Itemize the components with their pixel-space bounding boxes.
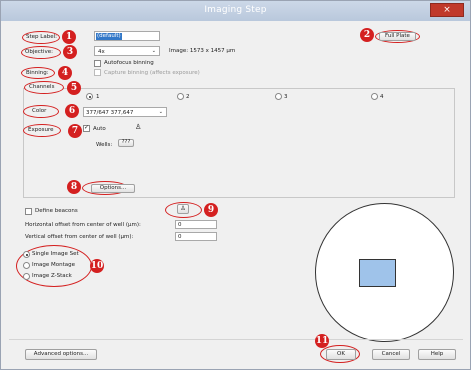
image-montage-radio[interactable] [23, 262, 30, 269]
annotation-badge-9: 9 [204, 203, 218, 217]
autofocus-binning-label: Autofocus binning [104, 60, 154, 66]
chevron-down-icon: ⌄ [151, 48, 156, 54]
objective-label: Objective: [25, 49, 53, 55]
capture-binning-checkbox[interactable] [94, 69, 101, 76]
exposure-auto-label: Auto [93, 126, 106, 132]
step-label-value: (default) [96, 33, 122, 40]
horizontal-offset-value: 0 [178, 222, 182, 228]
help-button[interactable]: Help [418, 349, 456, 360]
channel-2-label: 2 [186, 94, 190, 100]
chevron-down-icon: ⌄ [158, 109, 163, 115]
ok-button[interactable]: OK [326, 349, 356, 360]
color-label: Color [32, 108, 47, 114]
wells-button[interactable]: ??? [118, 139, 134, 147]
vertical-offset-input[interactable]: 0 [175, 232, 217, 241]
full-plate-button[interactable]: Full Plate [379, 32, 416, 41]
vertical-offset-label: Vertical offset from center of well (µm)… [25, 234, 134, 240]
color-value: 377/647 377,647 [86, 110, 134, 116]
channel-2-radio[interactable] [177, 93, 184, 100]
exposure-tool-icon[interactable]: ♙ [135, 123, 141, 131]
define-beacons-checkbox[interactable] [25, 208, 32, 215]
color-select[interactable]: 377/647 377,647 ⌄ [83, 107, 167, 117]
cancel-button[interactable]: Cancel [372, 349, 410, 360]
footer-separator [9, 339, 463, 340]
annotation-badge-3: 3 [63, 45, 77, 59]
channel-1-label: 1 [96, 94, 100, 100]
objective-value: 4x [98, 49, 105, 55]
annotation-badge-8: 8 [67, 180, 81, 194]
horizontal-offset-label: Horizontal offset from center of well (µ… [25, 222, 141, 228]
objective-select[interactable]: 4x ⌄ [94, 46, 160, 56]
step-label-input[interactable]: (default) [94, 31, 160, 41]
annotation-badge-4: 4 [58, 66, 72, 80]
imaging-step-dialog: Imaging Step × Step Label: 1 (default) 2… [0, 0, 471, 370]
image-z-stack-label: Image Z-Stack [32, 273, 72, 279]
title-bar: Imaging Step × [1, 1, 470, 21]
wells-label: Wells: [96, 142, 113, 148]
exposure-label: Exposure [28, 127, 54, 133]
define-beacons-label: Define beacons [35, 208, 78, 214]
annotation-badge-5: 5 [67, 81, 81, 95]
single-image-set-radio[interactable] [23, 251, 30, 258]
channel-4-label: 4 [380, 94, 384, 100]
autofocus-binning-checkbox[interactable] [94, 60, 101, 67]
options-button[interactable]: Options... [91, 184, 135, 193]
annotation-badge-1: 1 [62, 30, 76, 44]
channel-1-radio[interactable] [86, 93, 93, 100]
annotation-badge-2: 2 [360, 28, 374, 42]
vertical-offset-value: 0 [178, 234, 182, 240]
annotation-badge-7: 7 [68, 124, 82, 138]
binning-label: Binning: [26, 70, 49, 76]
channel-4-radio[interactable] [371, 93, 378, 100]
horizontal-offset-input[interactable]: 0 [175, 220, 217, 229]
dialog-title: Imaging Step [204, 5, 267, 15]
exposure-auto-checkbox[interactable]: ✓ [83, 124, 90, 132]
image-size-info: Image: 1573 x 1457 µm [169, 48, 236, 54]
capture-binning-label: Capture binning (affects exposure) [104, 70, 200, 76]
annotation-badge-6: 6 [65, 104, 79, 118]
channel-3-radio[interactable] [275, 93, 282, 100]
close-button[interactable]: × [430, 3, 464, 17]
beacon-tool-icon[interactable]: ♙ [177, 204, 189, 214]
image-z-stack-radio[interactable] [23, 273, 30, 280]
channels-group [23, 88, 455, 198]
single-image-set-label: Single Image Set [32, 251, 79, 257]
channel-3-label: 3 [284, 94, 288, 100]
advanced-options-button[interactable]: Advanced options... [25, 349, 97, 360]
checkmark-icon: ✓ [84, 124, 90, 131]
image-field-rect[interactable] [359, 259, 396, 287]
annotation-badge-10: 10 [90, 259, 104, 273]
channels-label: Channels [29, 84, 55, 90]
step-label-label: Step Label: [26, 34, 57, 40]
image-montage-label: Image Montage [32, 262, 75, 268]
